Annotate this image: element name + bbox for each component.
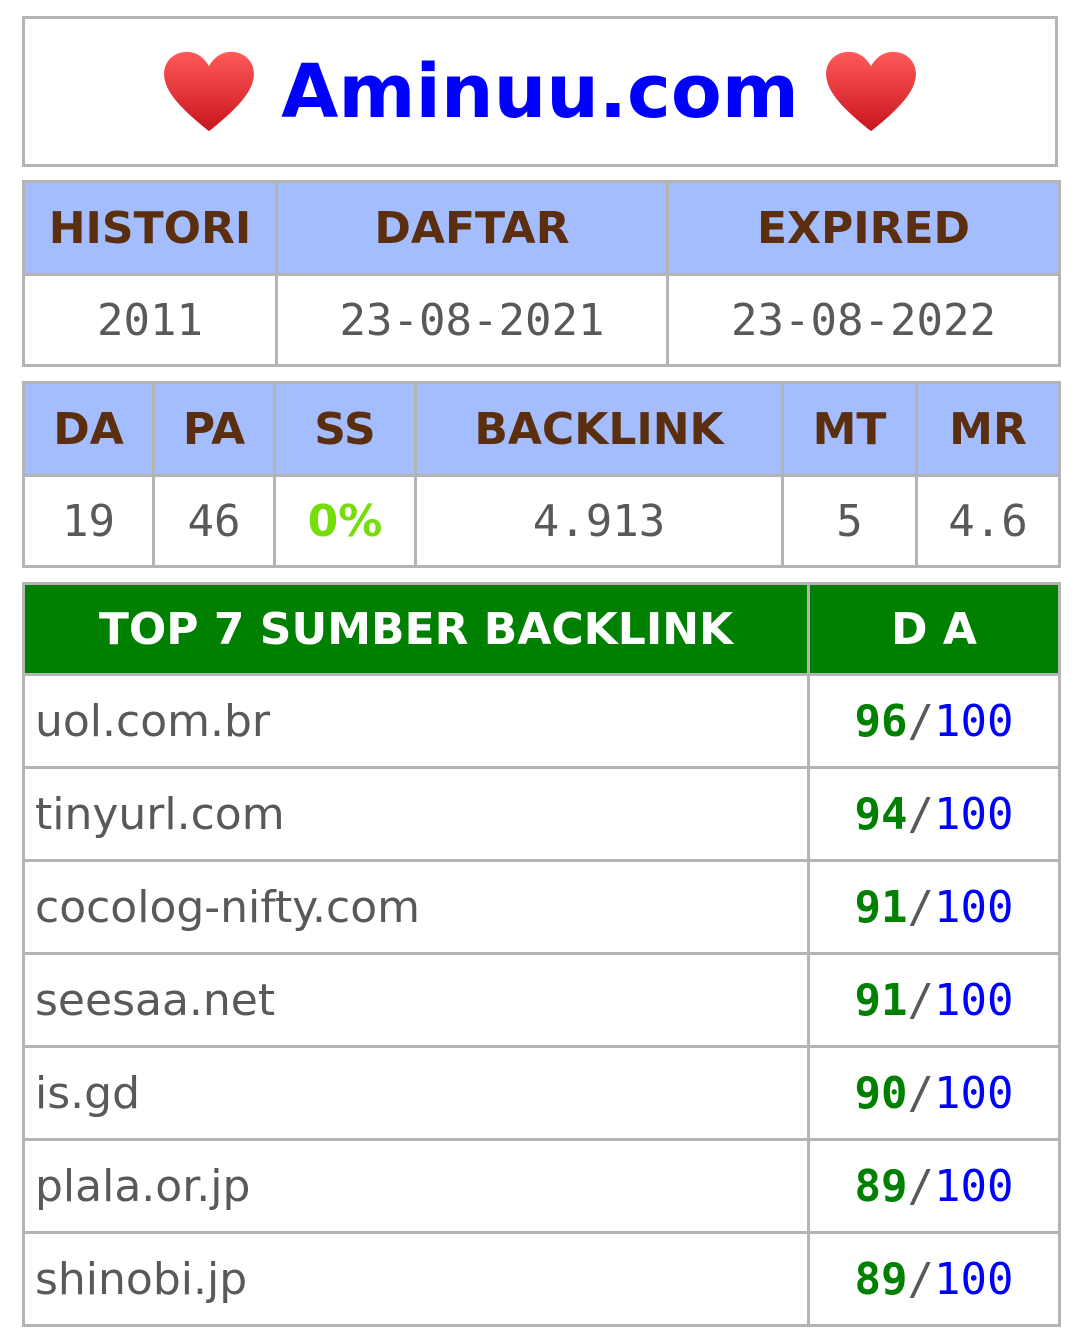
header-da: DA: [22, 381, 155, 477]
backlinks-table: TOP 7 SUMBER BACKLINK D A uol.com.br 96/…: [22, 582, 1061, 1327]
ss-value: 0%: [273, 474, 417, 568]
header-mr: MR: [915, 381, 1061, 477]
score-separator: /: [907, 974, 935, 1026]
score-max: 100: [934, 788, 1014, 840]
score-value: 90: [854, 1067, 908, 1119]
header-histori: HISTORI: [22, 180, 278, 276]
backlink-score: 96/100: [807, 673, 1061, 769]
backlink-domain: cocolog-nifty.com: [22, 859, 810, 955]
score-value: 91: [854, 974, 908, 1026]
backlink-domain: tinyurl.com: [22, 766, 810, 862]
score-max: 100: [934, 1160, 1014, 1212]
header-mt: MT: [781, 381, 918, 477]
backlink-domain: plala.or.jp: [22, 1138, 810, 1234]
score-separator: /: [907, 1160, 935, 1212]
daftar-value: 23-08-2021: [275, 273, 669, 367]
table-row: tinyurl.com 94/100: [22, 766, 1061, 862]
history-value-row: 2011 23-08-2021 23-08-2022: [22, 273, 1061, 367]
score-value: 89: [854, 1160, 908, 1212]
expired-value: 23-08-2022: [666, 273, 1061, 367]
score-value: 94: [854, 788, 908, 840]
score-max: 100: [934, 1253, 1014, 1305]
header-pa: PA: [152, 381, 276, 477]
score-separator: /: [907, 1067, 935, 1119]
metrics-value-row: 19 46 0% 4.913 5 4.6: [22, 474, 1061, 568]
header-expired: EXPIRED: [666, 180, 1061, 276]
header-daftar: DAFTAR: [275, 180, 669, 276]
header-top-sources: TOP 7 SUMBER BACKLINK: [22, 582, 810, 676]
table-row: is.gd 90/100: [22, 1045, 1061, 1141]
backlink-domain: seesaa.net: [22, 952, 810, 1048]
backlink-domain: uol.com.br: [22, 673, 810, 769]
histori-value: 2011: [22, 273, 278, 367]
backlink-score: 90/100: [807, 1045, 1061, 1141]
site-title: Aminuu.com: [281, 48, 799, 135]
score-value: 89: [854, 1253, 908, 1305]
score-value: 96: [854, 695, 908, 747]
backlink-domain: is.gd: [22, 1045, 810, 1141]
backlink-score: 89/100: [807, 1138, 1061, 1234]
backlink-score: 91/100: [807, 952, 1061, 1048]
da-value: 19: [22, 474, 155, 568]
backlink-domain: shinobi.jp: [22, 1231, 810, 1327]
header-da-score: D A: [807, 582, 1061, 676]
metrics-header-row: DA PA SS BACKLINK MT MR: [22, 381, 1061, 477]
table-row: shinobi.jp 89/100: [22, 1231, 1061, 1327]
mr-value: 4.6: [915, 474, 1061, 568]
header-backlink: BACKLINK: [414, 381, 784, 477]
heart-icon-right: [825, 51, 916, 131]
score-separator: /: [907, 881, 935, 933]
score-max: 100: [934, 695, 1014, 747]
history-header-row: HISTORI DAFTAR EXPIRED: [22, 180, 1061, 276]
history-table: HISTORI DAFTAR EXPIRED 2011 23-08-2021 2…: [22, 180, 1061, 367]
score-separator: /: [907, 1253, 935, 1305]
score-value: 91: [854, 881, 908, 933]
table-row: uol.com.br 96/100: [22, 673, 1061, 769]
heart-icon-left: [164, 51, 255, 131]
pa-value: 46: [152, 474, 276, 568]
table-row: plala.or.jp 89/100: [22, 1138, 1061, 1234]
header-ss: SS: [273, 381, 417, 477]
backlink-score: 91/100: [807, 859, 1061, 955]
mt-value: 5: [781, 474, 918, 568]
table-row: cocolog-nifty.com 91/100: [22, 859, 1061, 955]
backlink-score: 94/100: [807, 766, 1061, 862]
title-banner: Aminuu.com: [22, 16, 1058, 167]
score-max: 100: [934, 1067, 1014, 1119]
score-max: 100: [934, 974, 1014, 1026]
score-max: 100: [934, 881, 1014, 933]
backlink-score: 89/100: [807, 1231, 1061, 1327]
table-row: seesaa.net 91/100: [22, 952, 1061, 1048]
score-separator: /: [907, 788, 935, 840]
metrics-table: DA PA SS BACKLINK MT MR 19 46 0% 4.913 5…: [22, 381, 1061, 568]
backlinks-header-row: TOP 7 SUMBER BACKLINK D A: [22, 582, 1061, 676]
title-row: Aminuu.com: [161, 49, 919, 135]
score-separator: /: [907, 695, 935, 747]
backlink-value: 4.913: [414, 474, 784, 568]
